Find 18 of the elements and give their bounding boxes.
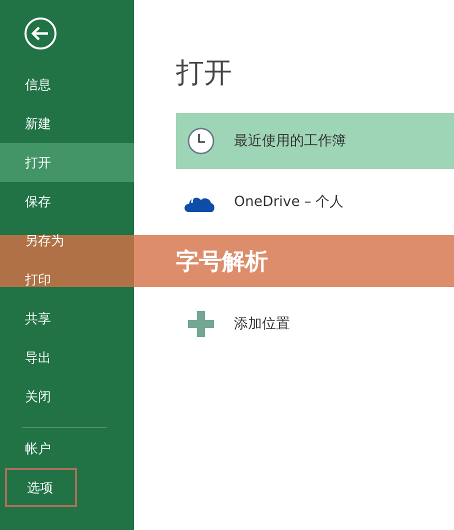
place-item[interactable]: 添加位置 [176,296,454,352]
sidebar-item[interactable]: 帐户 [0,429,134,468]
clock-icon [187,127,215,155]
sidebar-item[interactable]: 关闭 [0,377,134,416]
sidebar-item[interactable]: 另存为 [0,221,134,260]
sidebar-item[interactable]: 新建 [0,104,134,143]
sidebar-item[interactable]: 打开 [0,143,134,182]
place-item[interactable]: OneDrive – 个人 [176,174,454,230]
sidebar-item[interactable]: 导出 [0,338,134,377]
sidebar-item[interactable]: 信息 [0,65,134,104]
sidebar-item[interactable]: 打印 [0,260,134,299]
sidebar-item[interactable]: 共享 [0,299,134,338]
banner-text: 字号解析 [176,248,268,276]
place-item[interactable]: 最近使用的工作簿 [176,113,454,169]
sidebar-item[interactable]: 选项 [5,468,77,507]
sidebar-item[interactable]: 保存 [0,182,134,221]
page-title: 打开 [176,55,233,91]
plus-icon [187,310,215,338]
